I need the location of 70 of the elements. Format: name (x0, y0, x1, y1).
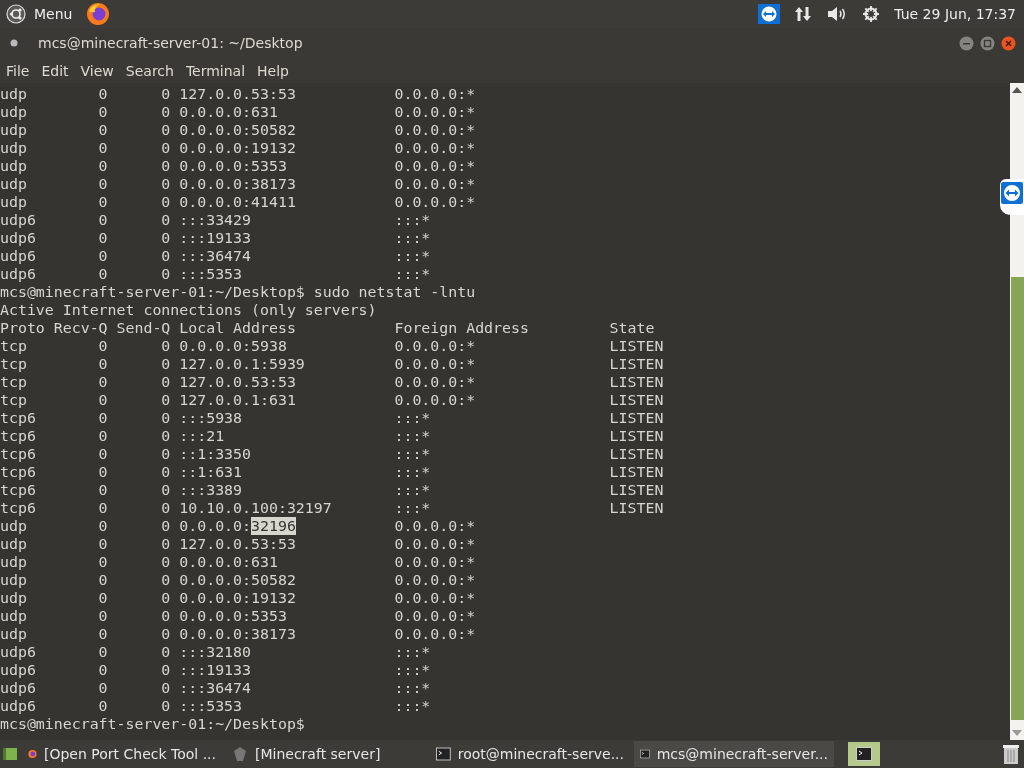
terminal-line: tcp 0 0 127.0.0.1:631 0.0.0.0:* LISTEN (0, 391, 664, 409)
terminal-line: udp 0 0 0.0.0.0:41411 0.0.0.0:* (0, 193, 476, 211)
terminal-line: udp 0 0 0.0.0.0:631 0.0.0.0:* (0, 553, 476, 571)
terminal-line: tcp6 0 0 :::3389 :::* LISTEN (0, 481, 664, 499)
menu-item[interactable]: Help (251, 62, 295, 79)
taskbar-item[interactable]: root@minecraft-serve... (430, 741, 630, 767)
maximize-icon[interactable] (980, 35, 995, 51)
taskbar-item[interactable]: [Open Port Check Tool ... (22, 741, 222, 767)
scroll-down-icon[interactable] (1012, 730, 1022, 736)
terminal-line: tcp 0 0 127.0.0.53:53 0.0.0.0:* LISTEN (0, 373, 664, 391)
app-icon (232, 746, 248, 762)
terminal-line: udp6 0 0 :::36474 :::* (0, 679, 431, 697)
terminal-line: udp6 0 0 :::36474 :::* (0, 247, 431, 265)
terminal-line: udp 0 0 0.0.0.0:50582 0.0.0.0:* (0, 121, 476, 139)
menu-item[interactable]: Search (119, 62, 180, 79)
terminal-icon (436, 747, 451, 761)
remote-control-icon[interactable] (758, 4, 781, 24)
terminal-icon (856, 747, 872, 761)
terminal-line: tcp 0 0 127.0.0.1:5939 0.0.0.0:* LISTEN (0, 355, 664, 373)
menu-item[interactable]: File (0, 62, 36, 79)
menu-item[interactable]: Edit (35, 62, 75, 79)
terminal-line: tcp 0 0 0.0.0.0:5938 0.0.0.0:* LISTEN (0, 337, 664, 355)
remote-control-tab[interactable] (1000, 179, 1024, 215)
terminal-line: udp 0 0 0.0.0.0:5353 0.0.0.0:* (0, 607, 476, 625)
taskbar-item[interactable]: [Minecraft server] (226, 741, 426, 767)
terminal-line: udp6 0 0 :::5353 :::* (0, 265, 431, 283)
terminal-line: udp 0 0 0.0.0.0:32196 0.0.0.0:* (0, 517, 476, 535)
clock[interactable]: Tue 29 Jun, 17:37 (894, 6, 1016, 22)
terminal-line: udp6 0 0 :::5353 :::* (0, 697, 431, 715)
terminal-line: udp6 0 0 :::19133 :::* (0, 661, 431, 679)
terminal-launcher[interactable] (848, 742, 880, 766)
terminal-line: tcp6 0 0 ::1:3350 :::* LISTEN (0, 445, 664, 463)
terminal-line: udp 0 0 0.0.0.0:19132 0.0.0.0:* (0, 139, 476, 157)
network-icon[interactable] (794, 5, 813, 23)
window-title: mcs@minecraft-server-01: ~/Desktop (38, 35, 303, 51)
scrollbar-thumb[interactable] (1011, 277, 1024, 720)
menu-button[interactable]: Menu (6, 4, 73, 24)
terminal-line: tcp6 0 0 ::1:631 :::* LISTEN (0, 463, 664, 481)
terminal-line: tcp6 0 0 10.10.0.100:32197 :::* LISTEN (0, 499, 664, 517)
show-desktop-icon[interactable] (2, 746, 18, 762)
close-icon[interactable] (1001, 35, 1016, 51)
terminal-line: udp6 0 0 :::32180 :::* (0, 643, 431, 661)
minimize-icon[interactable] (959, 35, 974, 51)
terminal-line: udp 0 0 0.0.0.0:19132 0.0.0.0:* (0, 589, 476, 607)
terminal-line: udp 0 0 127.0.0.53:53 0.0.0.0:* (0, 85, 476, 103)
terminal-line: udp 0 0 0.0.0.0:631 0.0.0.0:* (0, 103, 476, 121)
terminal-line: udp6 0 0 :::33429 :::* (0, 211, 431, 229)
terminal-dot-icon (10, 39, 18, 47)
terminal-line: tcp6 0 0 :::5938 :::* LISTEN (0, 409, 664, 427)
terminal-line: Active Internet connections (only servers) (0, 301, 377, 319)
taskbar-item[interactable]: mcs@minecraft-server... (634, 741, 834, 767)
scrollbar[interactable] (1010, 83, 1024, 740)
menu-item[interactable]: Terminal (179, 62, 252, 79)
terminal-line: udp 0 0 0.0.0.0:38173 0.0.0.0:* (0, 625, 476, 643)
menu-logo-icon (6, 4, 26, 24)
terminal-line: udp 0 0 127.0.0.53:53 0.0.0.0:* (0, 535, 476, 553)
remote-control-icon[interactable] (1001, 182, 1023, 204)
terminal-line: udp6 0 0 :::19133 :::* (0, 229, 431, 247)
terminal-line: mcs@minecraft-server-01:~/Desktop$ (0, 715, 305, 733)
scroll-up-icon[interactable] (1012, 87, 1022, 93)
browser-icon[interactable] (86, 2, 111, 26)
terminal-icon (640, 747, 650, 761)
terminal-line: Proto Recv-Q Send-Q Local Address Foreign Address State (0, 319, 655, 337)
terminal-line: mcs@minecraft-server-01:~/Desktop$ sudo netstat -lntu (0, 283, 476, 301)
terminal-line: udp 0 0 0.0.0.0:5353 0.0.0.0:* (0, 157, 476, 175)
terminal-line: udp 0 0 0.0.0.0:38173 0.0.0.0:* (0, 175, 476, 193)
menu-item[interactable]: View (74, 62, 120, 79)
trash-icon[interactable] (1002, 743, 1020, 765)
terminal-line: udp 0 0 0.0.0.0:50582 0.0.0.0:* (0, 571, 476, 589)
terminal-line: tcp6 0 0 :::21 :::* LISTEN (0, 427, 664, 445)
